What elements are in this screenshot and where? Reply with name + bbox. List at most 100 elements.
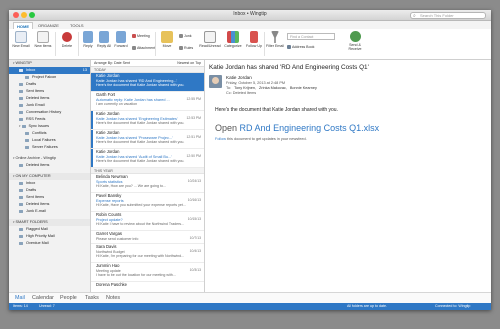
folder-item[interactable]: Project Falcon <box>9 74 90 81</box>
message-preview: Hi Katie I have to review about the Nort… <box>96 221 185 226</box>
message-item[interactable]: Jummin Hao Meeting update I have to be ou… <box>91 263 204 282</box>
message-item[interactable]: Robin Counts Project update? Hi Katie I ha… <box>91 212 204 231</box>
disclosure-triangle-icon[interactable]: ▾ <box>13 60 15 67</box>
message-item[interactable]: Sara Davis Northwind Budget Hi Katie, I'm… <box>91 244 204 263</box>
meeting-button[interactable]: Meeting <box>132 33 150 39</box>
folder-item[interactable]: Server Failures <box>9 144 90 151</box>
message-item[interactable]: Pavel Bansky Expense reports Hi Katie, Hav… <box>91 193 204 212</box>
folder-item[interactable]: Junk Email <box>9 102 90 109</box>
delete-button[interactable]: Delete <box>57 31 77 48</box>
folder-item[interactable]: Deleted Items <box>9 95 90 102</box>
find-contact-input[interactable]: Find a Contact <box>287 33 335 40</box>
disclosure-triangle-icon[interactable]: ▾ <box>13 219 15 226</box>
disclosure-triangle-icon[interactable]: ▾ <box>13 173 15 180</box>
folder-item[interactable]: Overdue Mail <box>9 240 90 247</box>
sort-order-label[interactable]: Newest on Top <box>177 60 201 67</box>
new-items-button[interactable]: New Items <box>33 31 53 48</box>
folder-item[interactable]: Conflicts <box>9 130 90 137</box>
recipient[interactable]: Zrinka Makovac, <box>259 86 287 90</box>
disclosure-triangle-icon[interactable]: ▾ <box>13 155 15 162</box>
arrange-by-label[interactable]: Arrange By: Date Sent <box>94 61 130 65</box>
folder-item[interactable]: Inbox <box>9 180 90 187</box>
search-input[interactable]: ⌕ Search This Folder <box>410 12 486 19</box>
read-unread-button[interactable]: Read/Unread <box>199 31 221 48</box>
recipient[interactable]: Bonnie Kearney <box>290 86 317 90</box>
reply-all-button[interactable]: Reply All <box>96 31 112 48</box>
meeting-label: Meeting <box>137 34 150 38</box>
send-receive-button[interactable]: Send & Receive <box>343 31 367 51</box>
new-email-button[interactable]: New Email <box>11 31 31 48</box>
rules-button[interactable]: Rules <box>179 45 193 51</box>
message-time: 10/7/13 <box>189 236 201 240</box>
account-header[interactable]: ▾Online Archive - Wingtip <box>9 155 90 162</box>
message-item[interactable]: Garth Fort Automatic reply: Katie Jordan … <box>91 92 204 111</box>
message-item[interactable]: Katie Jordan Katie Jordan has shared 'Eng… <box>91 111 204 130</box>
message-item[interactable]: Belinda Newman Sports statistics Hi Katie,… <box>91 174 204 193</box>
folder-label: Sent Items <box>26 195 45 199</box>
nav-tasks[interactable]: Tasks <box>85 295 99 301</box>
folder-icon <box>19 110 23 114</box>
message-item[interactable]: Dorena Paschke <box>91 282 204 292</box>
nav-people[interactable]: People <box>60 295 77 301</box>
folder-label: Server Failures <box>32 145 58 149</box>
nav-notes[interactable]: Notes <box>106 295 120 301</box>
follow-up-button[interactable]: Follow Up <box>245 31 263 48</box>
nav-mail[interactable]: Mail <box>15 295 25 301</box>
ribbon-tabs: HOME ORGANIZE TOOLS <box>9 21 491 29</box>
filter-email-button[interactable]: Filter Email <box>265 31 285 48</box>
recipient[interactable]: Tony Krijnen, <box>234 86 256 90</box>
folder-item[interactable]: Sent Items <box>9 194 90 201</box>
categorize-button[interactable]: Categorize <box>222 31 244 48</box>
address-book-button[interactable]: Address Book <box>287 44 314 50</box>
message-item[interactable]: Katie Jordan Katie Jordan has shared 'Pro… <box>91 130 204 149</box>
document-name[interactable]: RD And Engineering Costs Q1.xlsx <box>240 123 380 133</box>
folder-item[interactable]: Junk E-mail <box>9 208 90 215</box>
junk-label: Junk <box>184 34 192 38</box>
categorize-label: Categorize <box>224 44 242 48</box>
junk-button[interactable]: Junk <box>179 33 192 39</box>
folder-item[interactable]: Drafts <box>9 187 90 194</box>
sender-name[interactable]: Katie Jordan <box>226 75 252 80</box>
cc-value: Deleted Items <box>232 91 257 95</box>
tab-organize[interactable]: ORGANIZE <box>35 22 62 29</box>
folder-icon <box>19 227 23 231</box>
reply-button[interactable]: Reply <box>80 31 96 48</box>
folder-item[interactable]: ▾ Sync Issues <box>9 123 90 130</box>
open-document-link[interactable]: Open RD And Engineering Costs Q1.xlsx <box>215 123 379 133</box>
reading-pane: Katie Jordan has shared 'RD And Engineer… <box>205 60 491 292</box>
arrange-by-bar[interactable]: Arrange By: Date Sent Newest on Top <box>91 60 204 67</box>
nav-calendar[interactable]: Calendar <box>32 295 54 301</box>
follow-link[interactable]: Follow <box>215 137 226 141</box>
message-preview: Here's the document that Katie Jordan sh… <box>96 158 185 163</box>
folder-item[interactable]: Sent Items <box>9 88 90 95</box>
account-header[interactable]: ▾SMART FOLDERS <box>9 219 90 226</box>
forward-button[interactable]: Forward <box>112 31 130 48</box>
attachment-button[interactable]: Attachment <box>132 45 155 51</box>
folder-icon <box>25 138 29 142</box>
folder-label: Conversation History <box>26 110 62 114</box>
folder-icon <box>19 202 23 206</box>
folder-item[interactable]: RSS Feeds <box>9 116 90 123</box>
folder-item[interactable]: Deleted Items <box>9 162 90 169</box>
flag-icon <box>250 31 258 43</box>
tab-tools[interactable]: TOOLS <box>67 22 87 29</box>
account-header[interactable]: ▾WINGTIP <box>9 60 90 67</box>
tab-home[interactable]: HOME <box>13 22 33 29</box>
disclosure-triangle-icon[interactable]: ▾ <box>19 123 21 130</box>
message-preview: Northwind Budget Hi Katie, I'm preparing… <box>96 249 185 258</box>
rules-label: Rules <box>184 46 194 50</box>
folder-icon <box>19 241 23 245</box>
folder-item[interactable]: Local Failures <box>9 137 90 144</box>
folder-item[interactable]: Deleted Items <box>9 201 90 208</box>
folder-item[interactable]: Inbox 13 <box>9 67 90 74</box>
move-button[interactable]: Move <box>157 31 177 48</box>
account-header[interactable]: ▾ON MY COMPUTER <box>9 173 90 180</box>
message-time: 10/15/13 <box>187 217 201 221</box>
message-item[interactable]: Katie Jordan Katie Jordan has shared 'RD … <box>91 73 204 92</box>
folder-item[interactable]: High Priority Mail <box>9 233 90 240</box>
folder-item[interactable]: Flagged Mail <box>9 226 90 233</box>
folder-item[interactable]: Drafts <box>9 81 90 88</box>
folder-item[interactable]: Conversation History <box>9 109 90 116</box>
message-item[interactable]: Garret Vargas Please send customer info 10… <box>91 231 204 244</box>
message-item[interactable]: Katie Jordan Katie Jordan has shared 'Aud… <box>91 149 204 168</box>
